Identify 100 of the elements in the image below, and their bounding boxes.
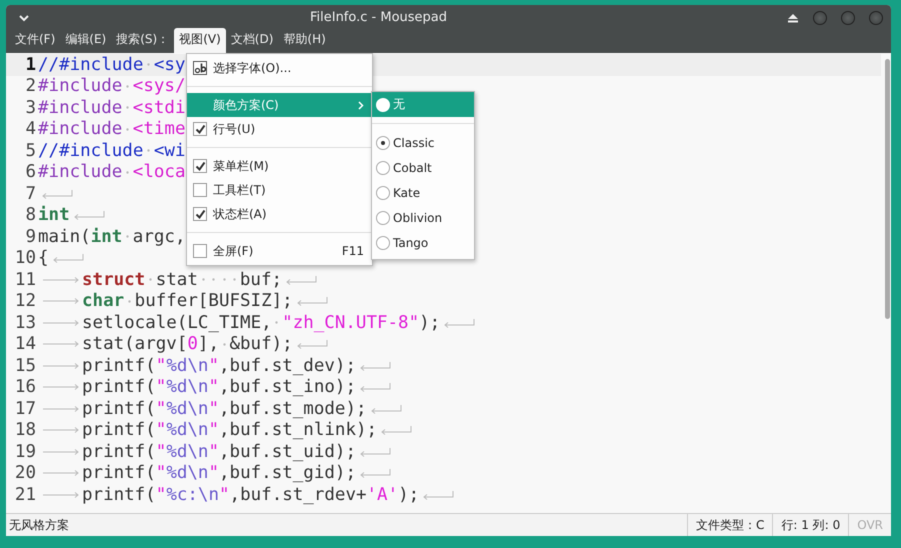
menu-entry[interactable]: 全屏(F) F11 (187, 239, 372, 263)
filetype-label[interactable]: 文件类型：C (687, 514, 772, 536)
code-token: printf( (82, 398, 156, 419)
code-token: " (156, 484, 166, 505)
code-token: ,buf.st_nlink); (219, 420, 378, 440)
code-token: " (219, 484, 230, 505)
code-token: argc, (132, 226, 186, 247)
code-token: { (38, 248, 49, 268)
space-dot-icon (126, 128, 130, 131)
line-number: 16 (14, 377, 37, 398)
window-title: FileInfo.c - Mousepad (308, 10, 448, 25)
tab-arrow-icon (42, 340, 80, 348)
overwrite-indicator: OVR (848, 514, 891, 536)
close-button[interactable] (869, 10, 883, 24)
return-arrow-icon (358, 446, 391, 457)
tab-arrow-icon (42, 426, 80, 434)
font-icon (193, 61, 207, 75)
code-token: char (82, 291, 124, 312)
cursor-position: 行: 1 列: 0 (772, 514, 848, 536)
code-token: printf( (82, 420, 156, 440)
code-token: " (156, 420, 166, 440)
code-token: " (156, 442, 166, 462)
maximize-button[interactable] (841, 10, 855, 24)
line-number: 21 (14, 484, 37, 505)
return-arrow-icon (370, 404, 402, 414)
menu-chevron-icon[interactable] (18, 14, 30, 22)
radio-button[interactable] (376, 186, 390, 200)
shade-icon[interactable] (787, 12, 799, 22)
space-dot-icon (233, 278, 236, 282)
code-token: //#include (38, 54, 144, 75)
code-token: <sys/ (132, 76, 186, 96)
space-dot-icon (222, 278, 226, 282)
menu-entry[interactable]: Classic (372, 130, 474, 155)
code-token: #include (38, 98, 122, 118)
line-number: 7 (24, 184, 37, 204)
menu-item[interactable]: 文档(D) (226, 28, 278, 53)
checkbox[interactable] (193, 207, 207, 221)
minimize-button[interactable] (813, 10, 827, 24)
line-number: 11 (14, 270, 37, 290)
space-dot-icon (202, 278, 205, 282)
return-arrow-icon (358, 382, 391, 392)
code-token: %d\n (166, 398, 208, 419)
code-token: printf( (82, 484, 156, 505)
code-token: buf; (240, 270, 282, 290)
checkbox[interactable] (193, 159, 207, 173)
return-arrow-icon (358, 360, 391, 371)
line-number: 8 (24, 205, 37, 226)
space-dot-icon (126, 235, 130, 238)
checkbox[interactable] (193, 183, 207, 197)
menu-entry[interactable]: 工具栏(T) (187, 178, 372, 202)
menu-entry[interactable]: 状态栏(A) (187, 202, 372, 226)
checkbox[interactable] (193, 122, 207, 136)
space-dot-icon (222, 342, 226, 346)
scrollbar-thumb[interactable] (885, 59, 890, 319)
space-dot-icon (128, 300, 131, 303)
line-number: 17 (14, 398, 37, 419)
code-token: %d\n (166, 463, 208, 484)
code-token: ); (398, 484, 420, 505)
menu-item[interactable]: 帮助(H) (278, 28, 331, 53)
line-number: 9 (24, 226, 37, 247)
code-token: " (208, 398, 220, 419)
code-token: ], (198, 334, 219, 354)
menu-item[interactable]: 搜索(S)： (111, 28, 174, 53)
code-token: ,buf.st_ino); (219, 377, 356, 398)
tab-arrow-icon (42, 318, 80, 327)
radio-button[interactable] (376, 210, 390, 224)
code-token: printf( (82, 356, 156, 376)
menu-item[interactable]: 编辑(E) (60, 28, 112, 53)
line-number: 4 (24, 119, 37, 140)
code-token: "zh_CN.UTF-8" (282, 312, 420, 333)
code-token: %d\n (166, 356, 208, 376)
tab-arrow-icon (42, 276, 80, 284)
code-token: 'A' (366, 484, 398, 505)
code-token: &buf); (229, 334, 293, 354)
line-number: 6 (24, 162, 37, 182)
radio-button[interactable] (376, 236, 390, 250)
code-token: " (156, 356, 166, 376)
code-token: %c:\n (166, 484, 219, 505)
code-token: printf( (82, 377, 156, 398)
menu-entry[interactable]: 菜单栏(M) (187, 154, 372, 178)
space-dot-icon (148, 278, 152, 282)
menu-entry[interactable]: Kate (372, 180, 474, 205)
checkbox[interactable] (193, 244, 207, 258)
radio-button[interactable] (376, 136, 390, 150)
menu-entry[interactable]: Oblivion (372, 205, 474, 230)
space-dot-icon (126, 170, 130, 174)
return-arrow-icon (358, 468, 391, 478)
menu-entry[interactable]: 选择字体(O)... (187, 56, 372, 80)
menu-item[interactable]: 视图(V) (174, 28, 226, 53)
menu-item[interactable]: 文件(F) (10, 28, 60, 53)
code-token: 0 (187, 334, 198, 354)
menu-entry[interactable]: Tango (372, 230, 474, 255)
radio-button[interactable] (376, 160, 390, 174)
code-token: ,buf.st_rdev+ (230, 484, 367, 505)
line-number: 10 (14, 248, 37, 268)
menu-entry[interactable]: Cobalt (372, 155, 474, 180)
line-number: 14 (14, 334, 37, 354)
menu-entry[interactable]: 行号(U) (187, 117, 372, 141)
code-token: " (208, 420, 220, 440)
code-token: %d\n (166, 442, 208, 462)
